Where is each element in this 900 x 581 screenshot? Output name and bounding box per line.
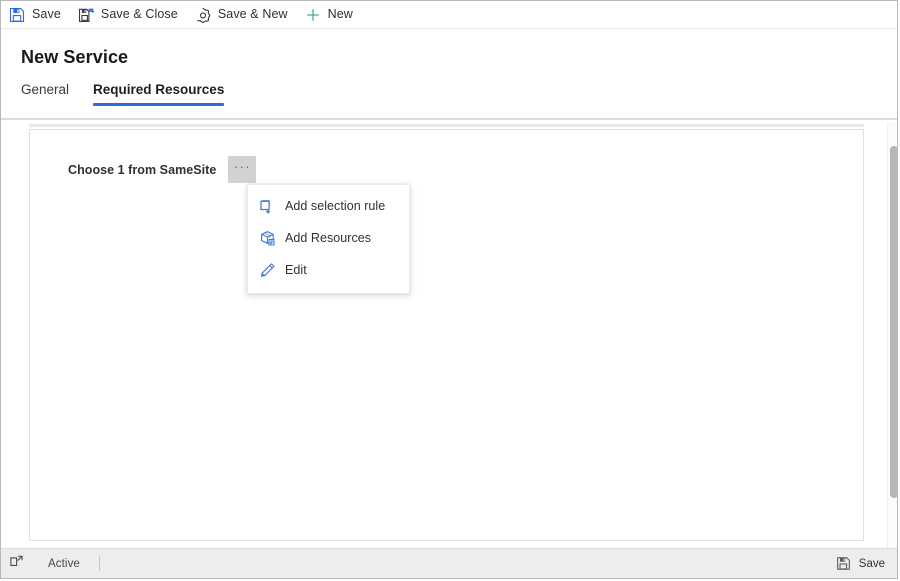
popout-button[interactable] <box>1 549 31 579</box>
page-title: New Service <box>21 47 129 67</box>
tab-required-resources[interactable]: Required Resources <box>93 82 225 106</box>
popout-icon <box>9 554 24 574</box>
tab-general-label: General <box>21 82 70 97</box>
status-bar: Active Save <box>1 548 897 579</box>
more-commands-button-label: ··· <box>233 159 252 174</box>
menu-item-add-selection-rule[interactable]: Add selection rule <box>248 190 409 222</box>
tab-required-resources-label: Required Resources <box>93 82 225 97</box>
command-bar: Save Save & Close Save & New New <box>1 1 897 29</box>
save-and-new-icon <box>195 7 211 23</box>
add-resources-icon <box>259 230 276 247</box>
new-button[interactable]: New <box>297 1 362 28</box>
menu-item-add-resources-label: Add Resources <box>285 231 372 245</box>
save-and-new-button-label: Save & New <box>217 7 288 22</box>
context-menu: Add selection rule Add Resources Edit <box>247 184 410 294</box>
more-commands-button[interactable]: ··· <box>228 156 257 183</box>
resource-selection-label: Choose 1 from SameSite <box>68 162 217 177</box>
vertical-scrollbar[interactable] <box>887 122 897 548</box>
menu-item-edit-label: Edit <box>285 263 307 277</box>
resource-selection-row: Choose 1 from SameSite ··· <box>68 156 257 183</box>
save-icon <box>9 7 25 23</box>
status-separator <box>98 556 100 571</box>
tab-general[interactable]: General <box>21 82 69 106</box>
save-and-close-button[interactable]: Save & Close <box>70 1 187 28</box>
new-button-label: New <box>327 7 353 22</box>
save-icon-gray <box>836 556 852 572</box>
menu-item-edit[interactable]: Edit <box>248 254 409 286</box>
plus-icon <box>305 7 321 23</box>
menu-item-add-selection-rule-label: Add selection rule <box>285 199 386 213</box>
tab-strip: General Required Resources <box>21 82 225 106</box>
add-selection-rule-icon <box>259 198 276 215</box>
save-and-new-button[interactable]: Save & New <box>187 1 297 28</box>
form-body: Choose 1 from SameSite ··· Add selection… <box>1 122 897 548</box>
status-bar-left: Active <box>1 549 100 579</box>
menu-item-add-resources[interactable]: Add Resources <box>248 222 409 254</box>
form-header: New Service General Required Resources <box>1 29 897 120</box>
save-and-close-button-label: Save & Close <box>100 7 178 22</box>
pencil-icon <box>259 262 276 279</box>
required-resources-panel: Choose 1 from SameSite ··· Add selection… <box>29 129 864 541</box>
save-button[interactable]: Save <box>1 1 70 28</box>
record-status: Active <box>48 557 80 570</box>
status-save-button[interactable]: Save <box>826 549 897 579</box>
panel-top-rule <box>29 124 864 127</box>
save-and-close-icon <box>78 7 95 23</box>
new-service-window: Save Save & Close Save & New New New Ser… <box>0 0 898 579</box>
save-button-label: Save <box>32 7 61 22</box>
status-save-button-label: Save <box>858 557 885 570</box>
vertical-scrollbar-thumb[interactable] <box>890 146 897 498</box>
